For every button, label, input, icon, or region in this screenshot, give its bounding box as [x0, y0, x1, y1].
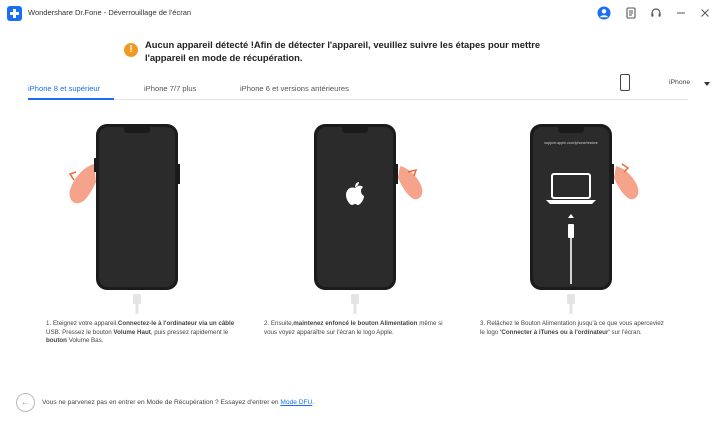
app-logo-icon — [7, 6, 22, 21]
press-arrow-icon — [68, 171, 77, 181]
step-1-text-f: bouton — [46, 337, 67, 345]
warning-line-2: l'appareil en mode de récupération. — [145, 52, 303, 63]
step-1-text-d: Volume Haut — [113, 328, 151, 336]
phone-notch — [342, 126, 368, 133]
warning-text: Aucun appareil détecté !Afin de détecter… — [145, 38, 595, 64]
phone-illustration-step-1 — [68, 124, 180, 314]
step-1-text-e: , puis pressez rapidement le — [150, 328, 229, 336]
back-arrow-icon[interactable]: ← — [16, 393, 35, 412]
step-1-text-b: Connectez-le à l'ordinateur via un câble — [117, 320, 235, 327]
step-2-instructions: 2. Ensuite,maintenez enfoncé le bouton A… — [264, 320, 454, 337]
warning-line-1: Aucun appareil détecté !Afin de détecter… — [145, 39, 541, 50]
usb-connector — [351, 294, 359, 304]
step-1-instructions: 1. Eteignez votre appareil.Connectez-le … — [46, 320, 236, 346]
device-select-value: iPhone — [669, 79, 691, 86]
dfu-hint-suffix: . — [312, 399, 315, 406]
step-2-text-b: maintenez enfoncé le bouton Alimentation — [293, 320, 418, 327]
window-title: Wondershare Dr.Fone - Déverrouillage de … — [28, 8, 192, 17]
step-3-instructions: 3. Relâchez le Bouton Alimentation jusqu… — [480, 320, 670, 337]
feedback-icon[interactable] — [623, 5, 639, 21]
tab-iphone-7[interactable]: iPhone 7/7 plus — [144, 84, 196, 93]
restore-url-caption: support.apple.com/iphone/restore — [544, 141, 598, 145]
step-3-text-b: 'Connecter à iTunes ou à l'ordinateur' — [499, 328, 610, 336]
lightning-cable-icon — [568, 224, 574, 238]
phone-screen — [317, 127, 393, 287]
phone-icon — [620, 74, 630, 91]
step-3-text-c: sur l'écran. — [609, 328, 642, 336]
no-device-warning: ! Aucun appareil détecté !Afin de détect… — [124, 38, 594, 66]
step-1-text-g: Volume Bas. — [66, 337, 104, 345]
close-icon[interactable] — [697, 5, 713, 21]
exclamation-icon: ! — [124, 43, 138, 57]
dfu-hint-text: Vous ne parvenez pas en entrer en Mode d… — [42, 399, 281, 406]
support-headset-icon[interactable] — [648, 5, 664, 21]
account-icon[interactable] — [596, 5, 612, 21]
phone-screen — [99, 127, 175, 287]
usb-connector — [567, 294, 575, 304]
tab-iphone-6[interactable]: iPhone 6 et versions antérieures — [240, 84, 349, 93]
phone-illustration-step-2 — [314, 124, 423, 314]
minimize-icon[interactable] — [673, 5, 689, 21]
hand-icon — [69, 164, 96, 204]
step-2-text-a: 2. Ensuite, — [264, 320, 294, 327]
step-3: support.apple.com/iphone/restore 3. Relâ… — [480, 118, 670, 353]
phone-illustration-step-3: support.apple.com/iphone/restore — [530, 124, 639, 314]
device-model-select[interactable]: iPhone — [620, 74, 712, 96]
phone-notch — [124, 126, 150, 133]
dfu-hint: Vous ne parvenez pas en entrer en Mode d… — [42, 399, 314, 406]
chevron-down-icon — [704, 82, 710, 86]
step-1: 1. Eteignez votre appareil.Connectez-le … — [46, 118, 236, 353]
bottom-bar: ← Vous ne parvenez pas en entrer en Mode… — [16, 393, 616, 413]
usb-connector — [133, 294, 141, 304]
dfu-mode-link[interactable]: Mode DFU — [280, 399, 312, 406]
active-tab-indicator — [28, 98, 114, 100]
step-1-text-c: USB. Pressez le bouton — [46, 328, 114, 336]
step-1-text-a: 1. Eteignez votre appareil. — [46, 320, 118, 327]
title-bar: Wondershare Dr.Fone - Déverrouillage de … — [0, 0, 720, 28]
step-2: 2. Ensuite,maintenez enfoncé le bouton A… — [264, 118, 454, 353]
phone-notch — [558, 126, 584, 133]
model-tabs: iPhone 8 et supérieur iPhone 7/7 plus iP… — [28, 74, 710, 100]
hand-icon — [614, 166, 639, 200]
tab-iphone-8-plus[interactable]: iPhone 8 et supérieur — [28, 84, 100, 93]
